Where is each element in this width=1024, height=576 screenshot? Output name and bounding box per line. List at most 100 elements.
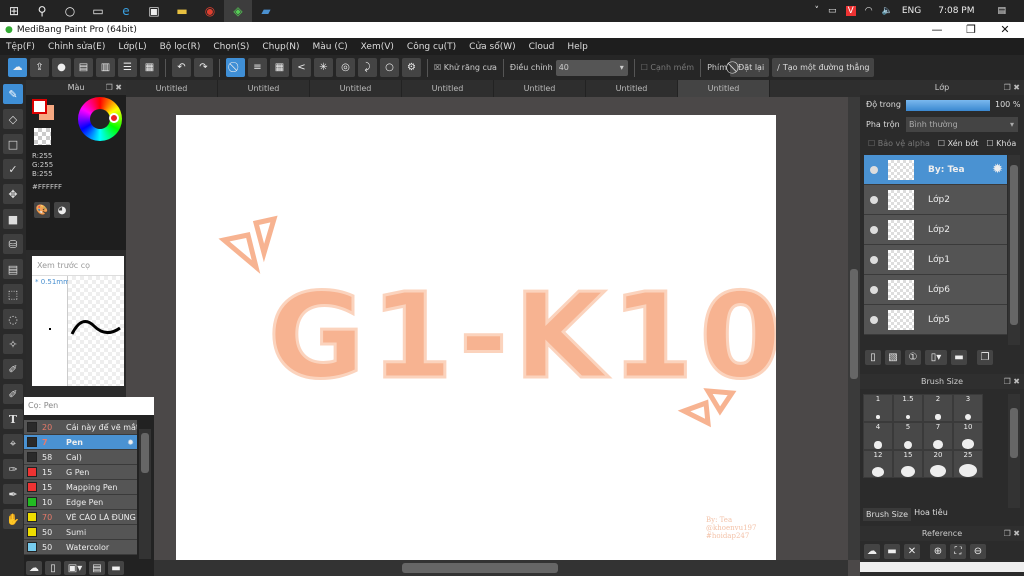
new-1bit-layer-icon[interactable]: ①	[905, 350, 921, 365]
brush-size-scrollbar[interactable]	[1008, 394, 1020, 508]
menu-item[interactable]: Chỉnh sửa(E)	[48, 42, 105, 52]
tab-navigator[interactable]: Hoa tiêu	[911, 508, 951, 521]
add-brush-icon[interactable]: ▣▾	[64, 561, 86, 575]
text-tool-icon[interactable]: T	[3, 409, 23, 429]
brush-size-cell[interactable]: 1.5	[893, 394, 923, 422]
add-layer-dropdown-icon[interactable]: ▯▾	[925, 350, 947, 365]
brush-size-cell[interactable]: 2	[923, 394, 953, 422]
vertical-scrollbar[interactable]	[848, 97, 860, 560]
scroll-thumb[interactable]	[850, 269, 858, 379]
brush-item[interactable]: 50 Watercolor	[24, 540, 137, 555]
opacity-slider[interactable]	[906, 100, 990, 111]
document-tab[interactable]: Untitled	[678, 80, 770, 97]
visibility-eye-icon[interactable]	[870, 255, 878, 264]
duplicate-layer-icon[interactable]: ❐	[977, 350, 993, 365]
chrome-icon[interactable]: ◉	[196, 0, 224, 22]
scroll-thumb[interactable]	[402, 563, 558, 573]
dot-tool-icon[interactable]: ✓	[3, 159, 23, 179]
visibility-eye-icon[interactable]	[870, 165, 878, 174]
clock[interactable]: 7:08 PM	[938, 6, 974, 16]
brush-size-cell[interactable]: 12	[863, 450, 893, 478]
menu-item[interactable]: Cloud	[529, 42, 555, 52]
open-folder-icon[interactable]: ▬	[884, 544, 900, 559]
eyedropper-icon[interactable]: ✒	[3, 484, 23, 504]
adjust-dropdown[interactable]: 40 ▾	[555, 59, 628, 76]
protect-alpha-checkbox[interactable]: ☐ Bảo vệ alpha	[868, 139, 930, 148]
minimize-button[interactable]: —	[920, 22, 954, 38]
select-pen-icon[interactable]: ✐	[3, 359, 23, 379]
brush-item[interactable]: 58 Cal)	[24, 450, 137, 465]
brush-size-cell[interactable]: 20	[923, 450, 953, 478]
share-icon[interactable]: ⇪	[30, 58, 49, 77]
visibility-eye-icon[interactable]	[870, 285, 878, 294]
menu-item[interactable]: Màu (C)	[313, 42, 348, 52]
store-icon[interactable]: ▣	[140, 0, 168, 22]
soft-edge-checkbox[interactable]: ☐ Cạnh mềm	[641, 63, 694, 72]
close-icon[interactable]: ✕	[904, 544, 920, 559]
app-icon[interactable]: ▰	[252, 0, 280, 22]
menu-item[interactable]: Tệp(F)	[6, 42, 35, 52]
document-tab[interactable]: Untitled	[586, 80, 678, 97]
select-eraser-icon[interactable]: ✐	[3, 384, 23, 404]
brush-item[interactable]: 10 Edge Pen	[24, 495, 137, 510]
close-panel-icon[interactable]: ❐ ✖	[1004, 526, 1020, 541]
canvas-area[interactable]: G1-K10 By: Tea @khoenvu197 #hoidap247	[126, 97, 860, 576]
layer-row[interactable]: Lớp5	[864, 305, 1007, 335]
hand-tool-icon[interactable]: ✋	[3, 509, 23, 529]
perspective-snap-icon[interactable]: <	[292, 58, 311, 77]
layer-row[interactable]: Lớp2	[864, 215, 1007, 245]
settings-icon[interactable]: ⚙	[402, 58, 421, 77]
comment-icon[interactable]: ●	[52, 58, 71, 77]
blend-mode-dropdown[interactable]: Bình thường ▾	[906, 117, 1018, 132]
color-wheel[interactable]	[78, 97, 122, 141]
brush-item[interactable]: 15 Mapping Pen	[24, 480, 137, 495]
rectangle-tool-icon[interactable]: □	[3, 134, 23, 154]
new-layer-icon[interactable]: ▯	[865, 350, 881, 365]
gear-icon[interactable]: ✹	[127, 438, 134, 447]
copy-brush-icon[interactable]: ▤	[89, 561, 105, 575]
menu-item[interactable]: Công cụ(T)	[407, 42, 456, 52]
brush-item[interactable]: 15 G Pen	[24, 465, 137, 480]
maximize-button[interactable]: ❐	[954, 22, 988, 38]
menu-item[interactable]: Cửa sổ(W)	[469, 42, 515, 52]
move-tool-icon[interactable]: ✥	[3, 184, 23, 204]
layer-scrollbar[interactable]	[1008, 155, 1020, 345]
notification-icon[interactable]: ▤	[997, 6, 1006, 16]
document-tab[interactable]: Untitled	[402, 80, 494, 97]
gradient-tool-icon[interactable]: ▤	[3, 259, 23, 279]
zoom-in-icon[interactable]: ⊕	[930, 544, 946, 559]
menu-item[interactable]: Lớp(L)	[118, 42, 146, 52]
zoom-out-icon[interactable]: ⊖	[970, 544, 986, 559]
concentric-snap-icon[interactable]: ◎	[336, 58, 355, 77]
menu-item[interactable]: Chọn(S)	[213, 42, 249, 52]
document-tab[interactable]: Untitled	[126, 80, 218, 97]
language-indicator[interactable]: ENG	[902, 6, 921, 16]
visibility-eye-icon[interactable]	[870, 195, 878, 204]
brush-item[interactable]: 70 VẼ CẢO LÀ ĐÚNG	[24, 510, 137, 525]
parallel-snap-icon[interactable]: ≡	[248, 58, 267, 77]
palette-edit-icon[interactable]: ◕	[54, 202, 70, 218]
fit-icon[interactable]: ⛶	[950, 544, 966, 559]
layer-row[interactable]: By: Tea ✹	[864, 155, 1007, 185]
grid-snap-icon[interactable]: ▦	[270, 58, 289, 77]
brush-scrollbar[interactable]	[139, 429, 151, 559]
chevron-up-icon[interactable]: ˅	[815, 6, 820, 16]
transparent-color-swatch[interactable]	[34, 128, 51, 145]
fill-shape-tool-icon[interactable]: ■	[3, 209, 23, 229]
hex-value[interactable]: #FFFFFF	[32, 183, 62, 191]
document-tab[interactable]: Untitled	[310, 80, 402, 97]
brush-size-cell[interactable]: 15	[893, 450, 923, 478]
brush-item[interactable]: 7 Pen ✹	[24, 435, 137, 450]
grid-icon[interactable]: ▦	[140, 58, 159, 77]
message-icon[interactable]: ▤	[74, 58, 93, 77]
foreground-color-swatch[interactable]	[32, 99, 47, 114]
gear-icon[interactable]: ✹	[992, 162, 1003, 177]
close-panel-icon[interactable]: ❐ ✖	[1004, 374, 1020, 389]
radial-snap-icon[interactable]: ✳	[314, 58, 333, 77]
layer-row[interactable]: Lớp2	[864, 185, 1007, 215]
reset-button[interactable]: ⃠Đặt lại	[730, 58, 770, 77]
document-tab[interactable]: Untitled	[494, 80, 586, 97]
lock-checkbox[interactable]: ☐ Khóa	[986, 139, 1016, 148]
volume-icon[interactable]: 🔈	[882, 6, 893, 16]
document-icon[interactable]: ▥	[96, 58, 115, 77]
